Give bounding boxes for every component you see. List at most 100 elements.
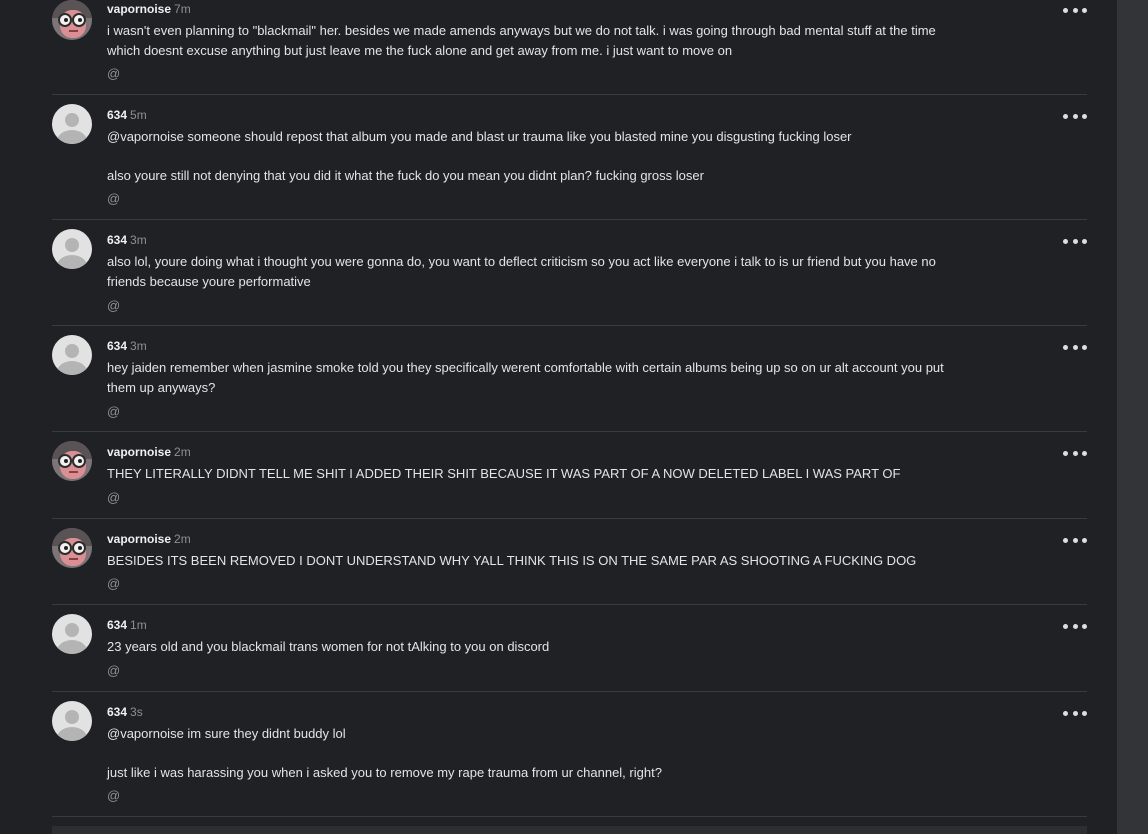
comment-paragraph: just like i was harassing you when i ask… bbox=[107, 765, 662, 780]
comment-paragraph: i wasn't even planning to "blackmail" he… bbox=[107, 23, 936, 58]
eye-icon bbox=[78, 18, 82, 22]
comment-time[interactable]: 1m bbox=[130, 618, 147, 632]
comment: 634 3m also lol, youre doing what i thoug… bbox=[52, 229, 1087, 326]
more-horizontal-icon bbox=[1063, 7, 1068, 13]
comment-meta: 634 3m bbox=[107, 338, 147, 354]
more-horizontal-icon bbox=[1082, 450, 1087, 456]
comment-meta: vapornoise 2m bbox=[107, 444, 191, 460]
comment-paragraph: BESIDES ITS BEEN REMOVED I DONT UNDERSTA… bbox=[107, 553, 917, 568]
comment-meta: 634 3m bbox=[107, 232, 147, 248]
more-horizontal-icon bbox=[1082, 344, 1087, 350]
comment-meta: vapornoise 7m bbox=[107, 1, 191, 17]
more-options-button[interactable] bbox=[1063, 3, 1087, 17]
more-options-button[interactable] bbox=[1063, 619, 1087, 633]
more-horizontal-icon bbox=[1082, 113, 1087, 119]
mention-button[interactable]: @ bbox=[107, 191, 120, 207]
comment-time[interactable]: 3m bbox=[130, 233, 147, 247]
comment: 634 1m 23 years old and you blackmail tra… bbox=[52, 614, 1087, 692]
user-icon bbox=[57, 361, 87, 375]
user-icon bbox=[65, 344, 79, 358]
mention-button[interactable]: @ bbox=[107, 490, 120, 506]
avatar[interactable] bbox=[52, 335, 92, 375]
comment: vapornoise 2m BESIDES ITS BEEN REMOVED I … bbox=[52, 528, 1087, 605]
more-horizontal-icon bbox=[1063, 238, 1068, 244]
comment-author[interactable]: 634 bbox=[107, 705, 127, 719]
avatar[interactable] bbox=[52, 701, 92, 741]
scrollbar-track[interactable] bbox=[1117, 0, 1148, 834]
user-icon bbox=[57, 255, 87, 269]
avatar[interactable] bbox=[52, 528, 92, 568]
more-horizontal-icon bbox=[1082, 7, 1087, 13]
comment-author[interactable]: 634 bbox=[107, 339, 127, 353]
more-horizontal-icon bbox=[1082, 710, 1087, 716]
comment-time[interactable]: 3m bbox=[130, 339, 147, 353]
mouth-icon bbox=[69, 30, 78, 32]
more-options-button[interactable] bbox=[1063, 234, 1087, 248]
avatar[interactable] bbox=[52, 441, 92, 481]
comment: vapornoise 7m i wasn't even planning to "… bbox=[52, 0, 1087, 95]
comment-time[interactable]: 7m bbox=[174, 2, 191, 16]
mouth-icon bbox=[69, 558, 78, 560]
comment-composer-edge bbox=[52, 826, 1087, 834]
avatar[interactable] bbox=[52, 614, 92, 654]
more-horizontal-icon bbox=[1072, 450, 1078, 456]
comment-paragraph: THEY LITERALLY DIDNT TELL ME SHIT I ADDE… bbox=[107, 466, 901, 481]
more-options-button[interactable] bbox=[1063, 340, 1087, 354]
comment-body: i wasn't even planning to "blackmail" he… bbox=[107, 21, 967, 61]
avatar[interactable] bbox=[52, 104, 92, 144]
more-horizontal-icon bbox=[1063, 710, 1068, 716]
more-horizontal-icon bbox=[1072, 238, 1078, 244]
comment-body: also lol, youre doing what i thought you… bbox=[107, 252, 967, 292]
comment-author[interactable]: 634 bbox=[107, 618, 127, 632]
more-horizontal-icon bbox=[1072, 344, 1078, 350]
comment-paragraph: @vapornoise someone should repost that a… bbox=[107, 129, 852, 144]
more-options-button[interactable] bbox=[1063, 533, 1087, 547]
mention-button[interactable]: @ bbox=[107, 298, 120, 314]
more-horizontal-icon bbox=[1072, 113, 1078, 119]
comment-time[interactable]: 5m bbox=[130, 108, 147, 122]
comment-author[interactable]: vapornoise bbox=[107, 2, 171, 16]
eye-icon bbox=[64, 546, 68, 550]
comment-feed: vapornoise 7m i wasn't even planning to "… bbox=[0, 0, 1117, 834]
comment: 634 5m @vapornoise someone should repost … bbox=[52, 104, 1087, 220]
more-options-button[interactable] bbox=[1063, 706, 1087, 720]
more-horizontal-icon bbox=[1063, 537, 1068, 543]
comment-meta: 634 5m bbox=[107, 107, 147, 123]
comment: 634 3m hey jaiden remember when jasmine s… bbox=[52, 335, 1087, 432]
more-horizontal-icon bbox=[1072, 710, 1078, 716]
more-horizontal-icon bbox=[1063, 450, 1068, 456]
more-horizontal-icon bbox=[1082, 623, 1087, 629]
more-horizontal-icon bbox=[1063, 623, 1068, 629]
comment: vapornoise 2m THEY LITERALLY DIDNT TELL M… bbox=[52, 441, 1087, 519]
comment-meta: 634 1m bbox=[107, 617, 147, 633]
mention-button[interactable]: @ bbox=[107, 66, 120, 82]
comment-author[interactable]: 634 bbox=[107, 233, 127, 247]
comment-paragraph: @vapornoise im sure they didnt buddy lol bbox=[107, 726, 346, 741]
comment-time[interactable]: 2m bbox=[174, 445, 191, 459]
more-horizontal-icon bbox=[1082, 537, 1087, 543]
comment-paragraph: also youre still not denying that you di… bbox=[107, 168, 704, 183]
user-icon bbox=[57, 640, 87, 654]
user-icon bbox=[65, 710, 79, 724]
more-options-button[interactable] bbox=[1063, 109, 1087, 123]
mention-button[interactable]: @ bbox=[107, 576, 120, 592]
eye-icon bbox=[64, 459, 68, 463]
avatar[interactable] bbox=[52, 0, 92, 40]
eye-icon bbox=[78, 459, 82, 463]
user-icon bbox=[57, 130, 87, 144]
comment-body: @vapornoise someone should repost that a… bbox=[107, 127, 967, 186]
avatar[interactable] bbox=[52, 229, 92, 269]
comment-time[interactable]: 2m bbox=[174, 532, 191, 546]
mention-button[interactable]: @ bbox=[107, 404, 120, 420]
comment-paragraph: hey jaiden remember when jasmine smoke t… bbox=[107, 360, 944, 395]
comment-time[interactable]: 3s bbox=[130, 705, 143, 719]
mention-button[interactable]: @ bbox=[107, 788, 120, 804]
more-horizontal-icon bbox=[1063, 113, 1068, 119]
comment-author[interactable]: vapornoise bbox=[107, 445, 171, 459]
more-options-button[interactable] bbox=[1063, 446, 1087, 460]
comment-author[interactable]: vapornoise bbox=[107, 532, 171, 546]
comment-author[interactable]: 634 bbox=[107, 108, 127, 122]
mention-button[interactable]: @ bbox=[107, 663, 120, 679]
more-horizontal-icon bbox=[1082, 238, 1087, 244]
user-icon bbox=[57, 727, 87, 741]
